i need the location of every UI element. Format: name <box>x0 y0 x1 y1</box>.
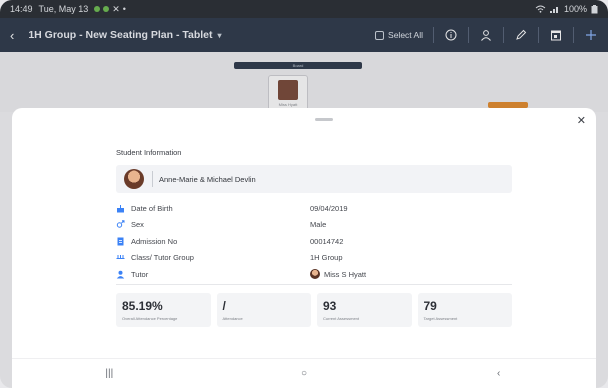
guardian-card: Anne-Marie & Michael Devlin <box>116 165 512 193</box>
info-value: Male <box>310 220 327 230</box>
info-row-admission: Admission No 00014742 <box>116 233 512 250</box>
cake-icon <box>116 204 125 213</box>
info-value: 09/04/2019 <box>310 203 348 213</box>
info-value: 1H Group <box>310 253 343 263</box>
info-list: Date of Birth 09/04/2019 Sex Male Admiss… <box>116 200 512 283</box>
info-value: 00014742 <box>310 236 344 246</box>
class-icon <box>116 253 125 262</box>
student-info-sheet: ✕ Student Information Anne-Marie & Micha… <box>12 108 596 358</box>
guardian-divider <box>152 171 153 187</box>
stat-label: Overall Attendance Percentage <box>122 316 178 321</box>
stat-value: 79 <box>423 299 437 313</box>
info-row-tutor: Tutor Miss S Hyatt <box>116 266 512 283</box>
info-label: Tutor <box>131 269 149 279</box>
nav-back-button[interactable]: ‹ <box>479 368 519 379</box>
stat-card: / Attendance <box>216 293 311 327</box>
stat-label: Attendance <box>222 316 243 321</box>
stat-card: 79 Target Assessment <box>417 293 512 327</box>
person-icon <box>116 270 125 279</box>
home-button[interactable]: ○ <box>284 368 324 379</box>
info-value: Miss S Hyatt <box>310 266 366 283</box>
stat-label: Current Assessment <box>323 316 360 321</box>
stat-card: 93 Current Assessment <box>317 293 412 327</box>
close-icon[interactable]: ✕ <box>577 114 586 127</box>
info-label: Admission No <box>131 236 178 246</box>
tablet-screen: 14:49 Tue, May 13 ✕ • 100% ‹ 1H Group - … <box>0 0 608 388</box>
stat-value: 93 <box>323 299 337 313</box>
recents-button[interactable]: ||| <box>89 368 129 379</box>
info-row-class: Class/ Tutor Group 1H Group <box>116 250 512 267</box>
info-label: Class/ Tutor Group <box>131 253 194 263</box>
info-row-sex: Sex Male <box>116 217 512 234</box>
stat-card: 85.19% Overall Attendance Percentage <box>116 293 211 327</box>
tutor-avatar <box>310 269 320 280</box>
system-nav-bar: ||| ○ ‹ <box>12 358 596 388</box>
info-label: Sex <box>131 220 144 230</box>
gender-icon <box>116 220 125 229</box>
tutor-name: Miss S Hyatt <box>324 269 367 279</box>
stat-value: / <box>222 299 226 313</box>
stats-row: 85.19% Overall Attendance Percentage / A… <box>116 293 512 327</box>
divider <box>116 284 512 285</box>
stat-label: Target Assessment <box>423 316 458 321</box>
stat-value: 85.19% <box>122 299 163 313</box>
document-icon <box>116 237 125 246</box>
section-heading: Student Information <box>116 148 182 157</box>
info-row-dob: Date of Birth 09/04/2019 <box>116 200 512 217</box>
guardian-name: Anne-Marie & Michael Devlin <box>159 174 256 184</box>
info-label: Date of Birth <box>131 203 173 213</box>
guardian-avatar <box>124 169 144 189</box>
drag-handle[interactable] <box>315 118 333 121</box>
